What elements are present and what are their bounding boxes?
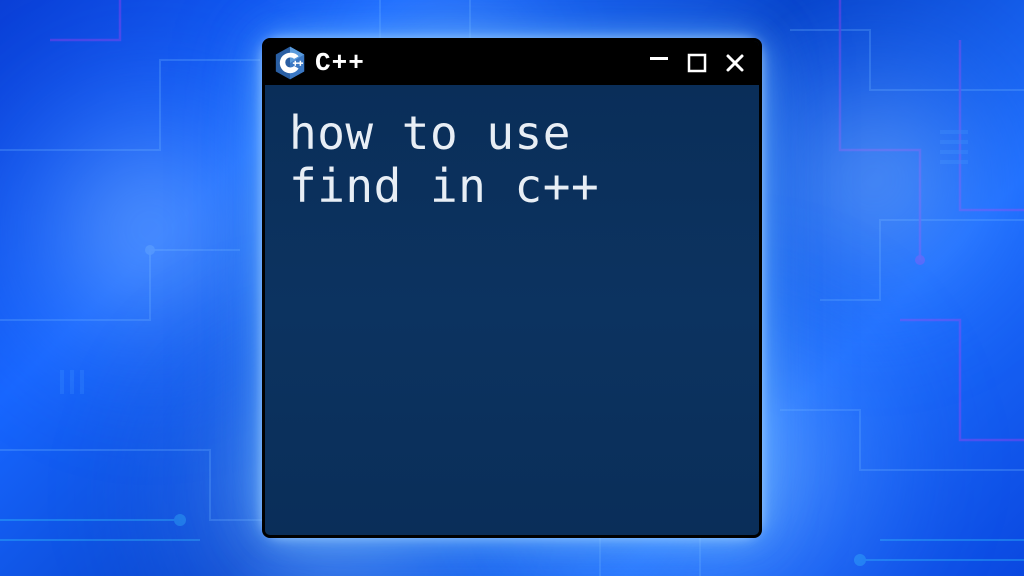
titlebar: C++ <box>265 41 759 85</box>
terminal-body: how to use find in c++ <box>265 85 759 535</box>
window-title: C++ <box>315 48 365 78</box>
cpp-logo-icon <box>275 46 305 80</box>
minimize-icon[interactable] <box>645 43 673 75</box>
terminal-window: C++ how to use find in c++ <box>262 38 762 538</box>
terminal-text: how to use find in c++ <box>289 107 735 213</box>
close-icon[interactable] <box>721 51 749 75</box>
maximize-icon[interactable] <box>683 51 711 75</box>
